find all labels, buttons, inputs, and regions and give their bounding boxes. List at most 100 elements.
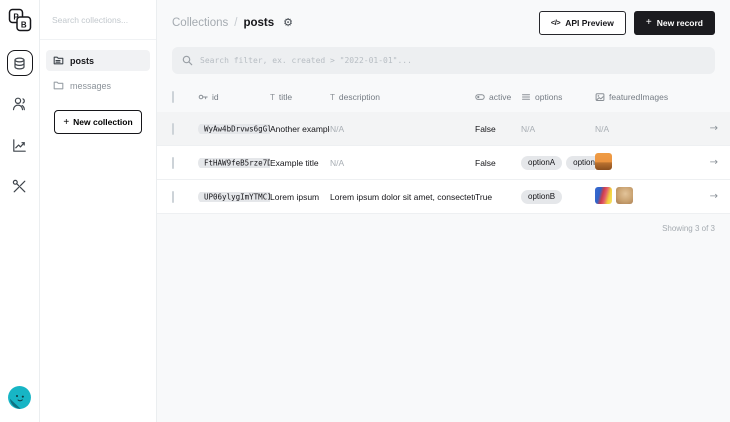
cell-featured-images: N/A	[595, 124, 694, 134]
cell-options: N/A	[521, 124, 595, 134]
cell-featured-images	[595, 153, 694, 172]
breadcrumb-separator: /	[234, 17, 237, 29]
image-thumbnail-tiedye[interactable]	[595, 187, 612, 204]
column-header-id[interactable]: id	[198, 92, 270, 102]
record-id-pill: WyAw4bDrvws6gGl	[198, 124, 270, 134]
search-filter-bar[interactable]	[172, 47, 715, 74]
table-row[interactable]: UP06ylygImYTMCI Lorem ipsum Lorem ipsum …	[157, 180, 730, 214]
database-icon	[12, 56, 27, 71]
code-icon: </>	[551, 18, 560, 27]
header-actions: </> API Preview + New record	[539, 11, 715, 35]
sidebar-item-messages[interactable]: messages	[46, 75, 150, 96]
pocketbase-logo[interactable]: P B	[8, 8, 32, 34]
key-icon	[198, 92, 208, 102]
new-collection-label: New collection	[73, 117, 133, 127]
open-record-arrow-icon[interactable]: →	[694, 191, 718, 202]
rail-item-settings[interactable]	[7, 173, 33, 199]
rail-item-collections[interactable]	[7, 50, 33, 76]
row-checkbox[interactable]	[172, 123, 174, 135]
select-all-checkbox[interactable]	[172, 91, 174, 103]
table-footer-count: Showing 3 of 3	[157, 214, 730, 233]
cell-featured-images	[595, 187, 694, 206]
api-preview-label: API Preview	[565, 18, 614, 28]
cell-description: N/A	[330, 158, 475, 168]
new-collection-button[interactable]: + New collection	[54, 110, 142, 134]
text-icon: T	[330, 93, 335, 102]
table-row[interactable]: WyAw4bDrvws6gGl Another example N/A Fals…	[157, 112, 730, 146]
breadcrumb-root[interactable]: Collections	[172, 17, 228, 29]
column-header-options[interactable]: options	[521, 92, 595, 102]
image-thumbnail-cat[interactable]	[616, 187, 633, 204]
users-icon	[12, 96, 28, 112]
column-label: featuredImages	[609, 92, 668, 102]
main-panel: Collections / posts ⚙ </> API Preview + …	[157, 0, 730, 422]
tools-icon	[12, 179, 27, 194]
collection-settings-icon[interactable]: ⚙	[283, 16, 293, 29]
sidebar-item-label: posts	[70, 56, 94, 66]
record-id-pill: FtHAW9feB5rze7D	[198, 158, 270, 168]
folder-icon	[53, 80, 64, 91]
table-header-row: id T title T description active	[157, 82, 730, 112]
cell-options: optionA optionC	[521, 156, 595, 170]
cell-title: Another example	[270, 124, 330, 134]
avatar-gem-icon	[7, 385, 32, 410]
cell-active: False	[475, 158, 521, 168]
cell-active: False	[475, 124, 521, 134]
search-filter-input[interactable]	[200, 56, 705, 65]
rail-nav	[7, 50, 33, 199]
new-record-button[interactable]: + New record	[634, 11, 715, 35]
column-header-description[interactable]: T description	[330, 92, 475, 102]
column-label: title	[279, 92, 292, 102]
open-record-arrow-icon[interactable]: →	[694, 123, 718, 134]
column-header-title[interactable]: T title	[270, 92, 330, 102]
cell-description: Lorem ipsum dolor sit amet, consectetur …	[330, 192, 475, 202]
new-record-label: New record	[657, 18, 703, 28]
collections-list: posts messages + New collection	[40, 40, 156, 134]
open-record-arrow-icon[interactable]: →	[694, 157, 718, 168]
collections-search-input[interactable]	[52, 15, 144, 25]
breadcrumb-current: posts	[243, 17, 274, 29]
app-window: P B	[0, 0, 730, 422]
collection-folder-icon	[53, 55, 64, 66]
record-id-pill: UP06ylygImYTMCI	[198, 192, 270, 202]
option-pill: optionB	[521, 190, 562, 204]
column-label: options	[535, 92, 562, 102]
toggle-icon	[475, 92, 485, 102]
collections-sidebar: posts messages + New collection	[40, 0, 157, 422]
main-header: Collections / posts ⚙ </> API Preview + …	[157, 0, 730, 45]
api-preview-button[interactable]: </> API Preview	[539, 11, 626, 35]
option-pill: optionA	[521, 156, 562, 170]
column-header-active[interactable]: active	[475, 92, 521, 102]
cell-title: Lorem ipsum	[270, 192, 330, 202]
svg-text:B: B	[20, 20, 26, 29]
list-icon	[521, 92, 531, 102]
image-icon	[595, 92, 605, 102]
collections-search[interactable]	[40, 0, 156, 40]
column-label: active	[489, 92, 511, 102]
text-icon: T	[270, 93, 275, 102]
column-label: description	[339, 92, 380, 102]
sidebar-item-posts[interactable]: posts	[46, 50, 150, 71]
cell-options: optionB	[521, 190, 595, 204]
icon-rail: P B	[0, 0, 40, 422]
column-header-featuredImages[interactable]: featuredImages	[595, 92, 694, 102]
cell-title: Example title	[270, 158, 330, 168]
cell-active: True	[475, 192, 521, 202]
row-checkbox[interactable]	[172, 191, 174, 203]
plus-icon: +	[63, 117, 69, 128]
breadcrumb: Collections / posts ⚙	[172, 16, 293, 29]
pocketbase-logo-icon: P B	[8, 8, 32, 32]
column-label: id	[212, 92, 219, 102]
plus-icon: +	[646, 17, 652, 28]
sidebar-item-label: messages	[70, 81, 111, 91]
rail-item-users[interactable]	[7, 91, 33, 117]
cell-description: N/A	[330, 124, 475, 134]
option-pill: optionC	[566, 156, 595, 170]
image-thumbnail-sunset[interactable]	[595, 153, 612, 170]
row-checkbox[interactable]	[172, 157, 174, 169]
user-avatar[interactable]	[7, 385, 32, 412]
chart-icon	[12, 138, 27, 153]
search-icon	[182, 55, 193, 66]
rail-item-logs[interactable]	[7, 132, 33, 158]
table-row[interactable]: FtHAW9feB5rze7D Example title N/A False …	[157, 146, 730, 180]
